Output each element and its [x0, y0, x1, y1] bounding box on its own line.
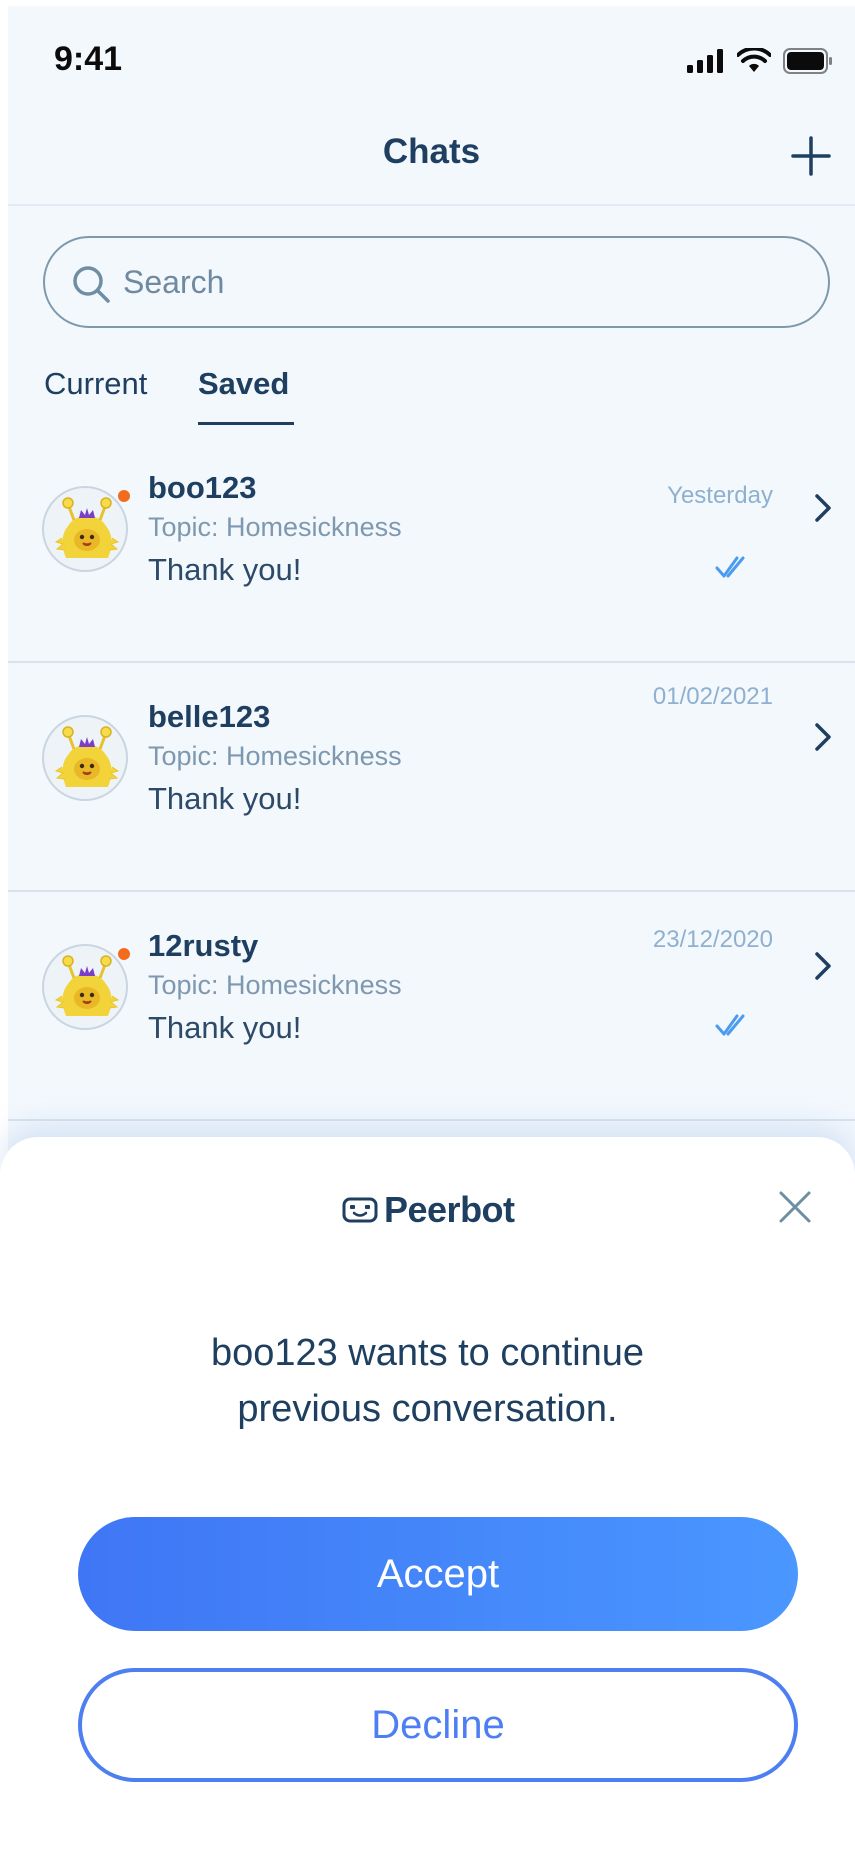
header: Chats [8, 106, 855, 206]
new-chat-button[interactable] [789, 134, 833, 178]
decline-button[interactable]: Decline [78, 1668, 798, 1782]
chat-date: Yesterday [667, 482, 773, 509]
peerbot-logo-icon [342, 1197, 378, 1223]
battery-icon [783, 48, 832, 74]
modal-message-line-2: previous conversation. [237, 1388, 618, 1430]
status-bar: 9:41 [8, 6, 855, 106]
chevron-right-icon [815, 723, 831, 751]
avatar [42, 486, 132, 572]
chat-topic: Topic: Homesickness [148, 970, 402, 1000]
chat-username: boo123 [148, 470, 257, 505]
avatar [42, 715, 128, 801]
chat-username: belle123 [148, 699, 271, 734]
chat-last-message: Thank you! [148, 552, 302, 587]
modal-message-line-1: boo123 wants to continue [210, 1332, 645, 1374]
double-check-icon [715, 1014, 745, 1036]
plus-icon [791, 136, 831, 176]
chat-list-item[interactable]: 12rusty Topic: Homesickness Thank you! 2… [8, 892, 855, 1121]
tab-selected-indicator [198, 422, 294, 425]
search-bar[interactable] [43, 236, 830, 328]
chevron-right-icon [815, 952, 831, 980]
continue-conversation-sheet: Peerbot boo123 wants to continue previou… [0, 1137, 855, 1854]
brand: Peerbot [342, 1185, 515, 1235]
online-indicator [116, 946, 132, 962]
search-input[interactable] [123, 254, 803, 310]
avatar [42, 944, 132, 1030]
chat-date: 23/12/2020 [652, 926, 773, 953]
chat-username: 12rusty [148, 928, 259, 963]
close-icon [779, 1191, 811, 1223]
chat-last-message: Thank you! [148, 781, 302, 816]
chat-date: 01/02/2021 [652, 683, 773, 710]
chat-list-item[interactable]: belle123 Topic: Homesickness Thank you! … [8, 663, 855, 892]
chevron-right-icon [815, 494, 831, 522]
tab-saved[interactable]: Saved [198, 366, 289, 402]
wifi-icon [737, 48, 771, 72]
close-button[interactable] [775, 1187, 815, 1227]
chat-list: boo123 Topic: Homesickness Thank you! Ye… [8, 434, 855, 1121]
status-icons [687, 46, 833, 76]
online-indicator [116, 488, 132, 504]
status-time: 9:41 [54, 40, 123, 78]
brand-name: Peerbot [384, 1189, 515, 1230]
chat-last-message: Thank you! [148, 1010, 302, 1045]
search-icon [73, 266, 110, 303]
double-check-icon [715, 556, 745, 578]
chat-topic: Topic: Homesickness [148, 741, 402, 771]
chat-list-item[interactable]: boo123 Topic: Homesickness Thank you! Ye… [8, 434, 855, 663]
page-title: Chats [382, 132, 481, 171]
modal-message: boo123 wants to continue previous conver… [60, 1325, 795, 1437]
tab-current[interactable]: Current [44, 366, 147, 402]
chat-topic: Topic: Homesickness [148, 512, 402, 542]
monster-avatar-icon [54, 726, 120, 787]
cellular-signal-icon [687, 49, 723, 73]
accept-button[interactable]: Accept [78, 1517, 798, 1631]
